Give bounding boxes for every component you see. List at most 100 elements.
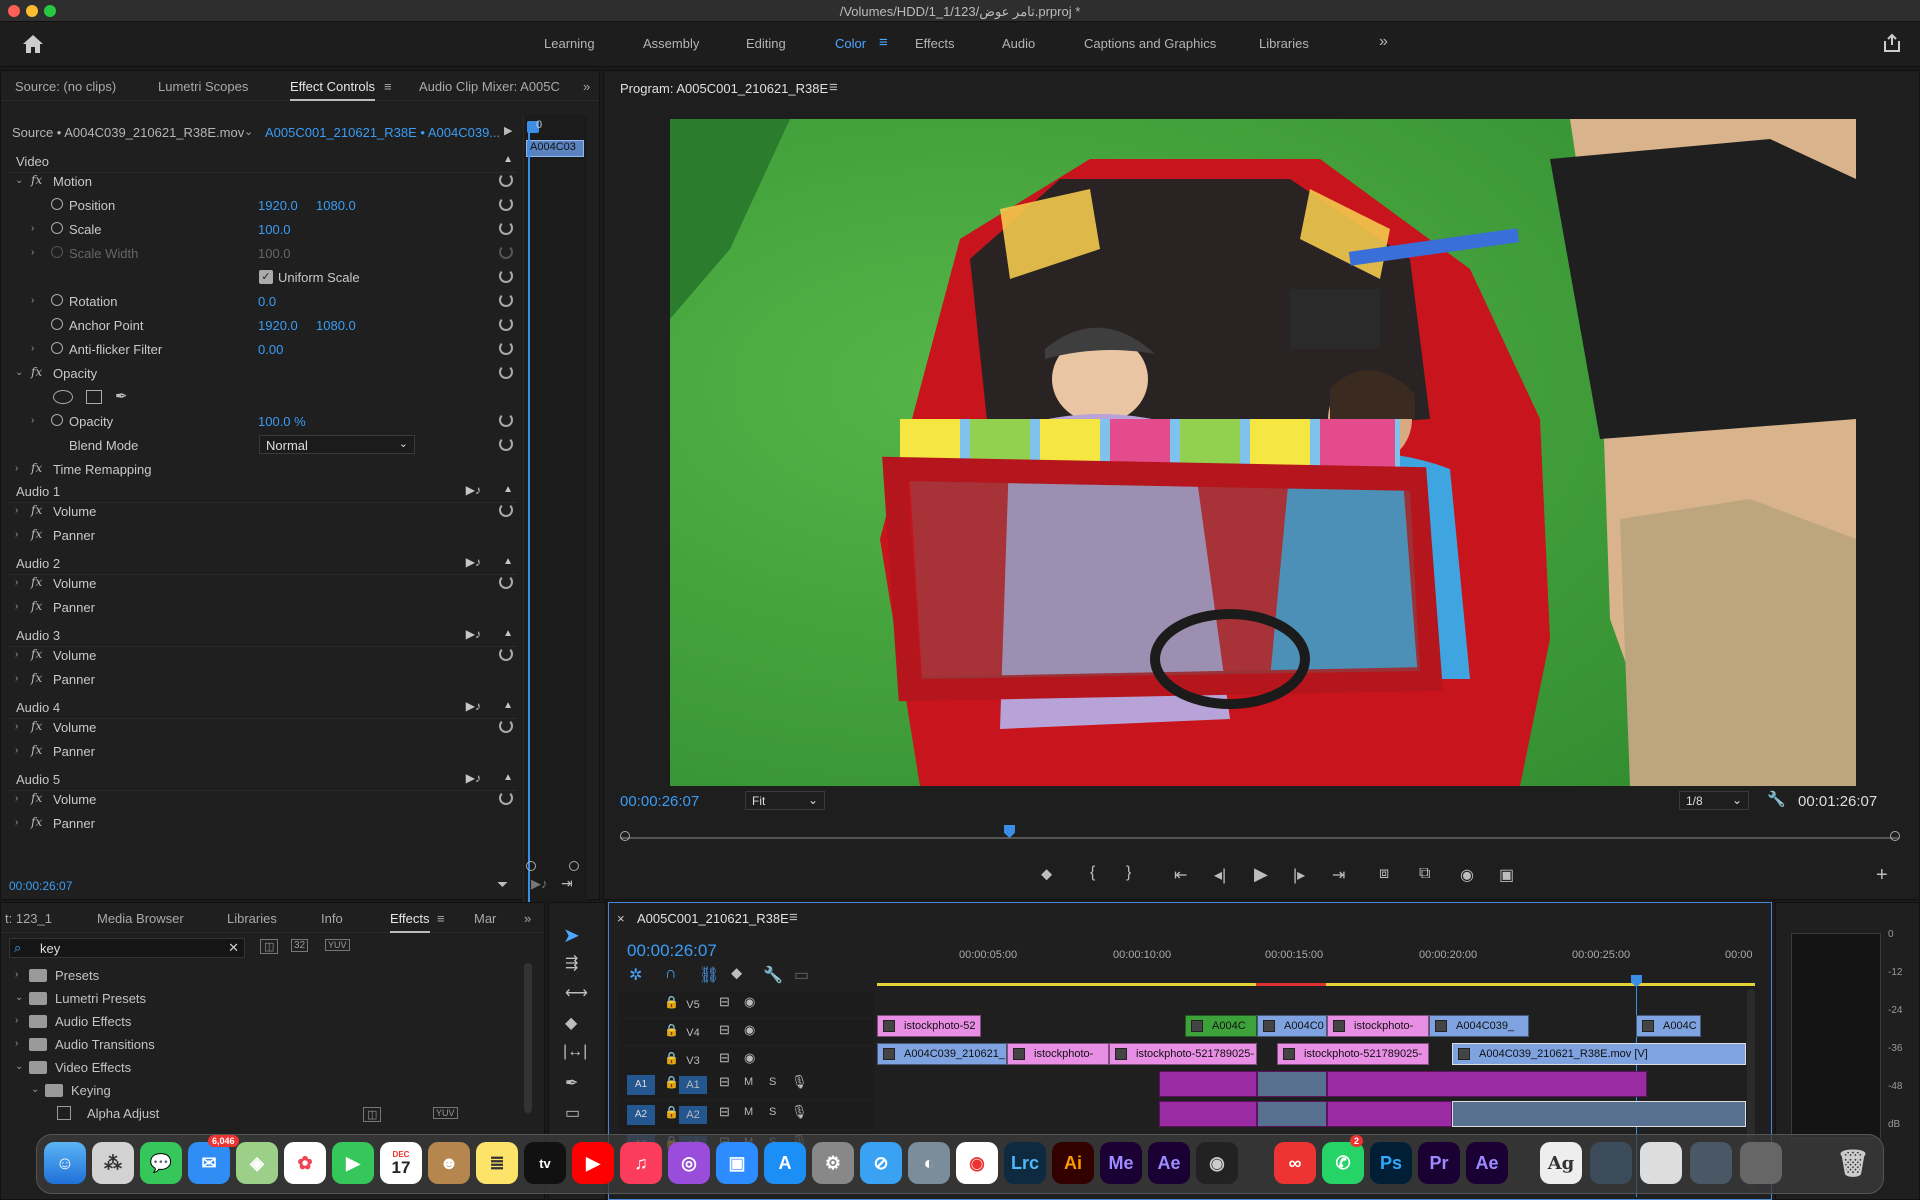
tab-markers[interactable]: Mar <box>474 911 496 926</box>
rectangle-tool-icon[interactable]: ▭ <box>565 1103 580 1123</box>
volume-row[interactable]: › fx Volume <box>1 787 521 811</box>
scale-value[interactable]: 100.0 <box>258 222 291 237</box>
microphone-icon[interactable]: 🎙 <box>791 1074 808 1090</box>
collapse-icon[interactable]: ▲ <box>503 484 513 495</box>
tab-effects[interactable]: Effects <box>390 911 430 933</box>
premiere-icon[interactable]: Pr <box>1418 1142 1460 1184</box>
audio-clip[interactable] <box>1159 1071 1257 1097</box>
export-frame-icon[interactable]: ⇥ <box>561 875 573 892</box>
rotation-value[interactable]: 0.0 <box>258 294 276 309</box>
tab-menu-icon[interactable]: ≡ <box>384 79 392 94</box>
sync-lock-icon[interactable]: ⊟ <box>719 1104 730 1120</box>
stopwatch-icon[interactable] <box>51 294 63 306</box>
volume-row[interactable]: › fx Volume <box>1 499 521 523</box>
add-marker-icon[interactable]: ⬥ <box>731 965 742 983</box>
zoom-out-handle[interactable] <box>526 861 536 871</box>
clip-v4-3[interactable]: A004C0 <box>1257 1015 1327 1037</box>
chevron-right-icon[interactable]: › <box>15 1038 18 1049</box>
effects-scrollbar[interactable] <box>524 963 532 1113</box>
clip-v3-4[interactable]: istockphoto-521789025- <box>1277 1043 1429 1065</box>
mini-timeline-clip[interactable]: A004C03 <box>526 140 584 157</box>
reset-volume-icon[interactable] <box>499 719 513 733</box>
volume-row[interactable]: › fx Volume <box>1 571 521 595</box>
workspace-audio[interactable]: Audio <box>1002 36 1035 51</box>
audio-track-header[interactable]: A1 🔒 A1 ⊟ M S 🎙 <box>619 1071 874 1099</box>
cinema4d-icon[interactable]: ◉ <box>1196 1142 1238 1184</box>
motion-row[interactable]: ⌄ fx Motion <box>1 169 521 193</box>
effects-tree-item[interactable]: Alpha Adjust <box>1 1103 511 1125</box>
position-x-value[interactable]: 1920.0 <box>258 198 298 213</box>
effects-tree-item[interactable]: ⌄ Video Effects <box>1 1057 511 1079</box>
reset-volume-icon[interactable] <box>499 791 513 805</box>
program-menu-icon[interactable]: ≡ <box>829 79 838 96</box>
stopwatch-icon[interactable] <box>51 342 63 354</box>
sync-lock-icon[interactable]: ⊟ <box>719 994 730 1010</box>
reset-volume-icon[interactable] <box>499 647 513 661</box>
pen-tool-icon[interactable]: ✒ <box>565 1073 578 1093</box>
clip-v3-5[interactable]: A004C039_210621_R38E.mov [V] <box>1452 1043 1746 1065</box>
sequence-menu-icon[interactable]: ≡ <box>789 909 798 926</box>
audio-clip[interactable] <box>1257 1101 1327 1127</box>
panel-overflow-icon[interactable]: » <box>583 79 590 94</box>
slip-tool-icon[interactable]: |↔| <box>563 1043 587 1061</box>
stopwatch-icon[interactable] <box>51 414 63 426</box>
clip-v3-3[interactable]: istockphoto-521789025- <box>1109 1043 1257 1065</box>
lock-icon[interactable]: 🔒 <box>664 1075 679 1089</box>
chevron-right-icon[interactable]: › <box>15 1015 18 1026</box>
calendar-icon[interactable]: DEC 17 <box>380 1142 422 1184</box>
lightroom-classic-icon[interactable]: Lrc <box>1004 1142 1046 1184</box>
effects-tree-item[interactable]: › Presets <box>1 965 511 987</box>
reset-scale-icon[interactable] <box>499 221 513 235</box>
source-patch[interactable]: A1 <box>627 1075 655 1095</box>
illustrator-icon[interactable]: Ai <box>1052 1142 1094 1184</box>
sequence-tab[interactable]: A005C001_210621_R38E <box>637 911 789 926</box>
uniform-scale-checkbox[interactable]: ✓ <box>259 270 273 284</box>
contacts-icon[interactable]: ☻ <box>428 1142 470 1184</box>
volume-row[interactable]: › fx Volume <box>1 715 521 739</box>
clip-v3-2[interactable]: istockphoto- <box>1007 1043 1109 1065</box>
audio-clip[interactable] <box>1452 1101 1746 1127</box>
music-icon[interactable]: ♫ <box>620 1142 662 1184</box>
scrub-end-handle[interactable] <box>1890 831 1900 841</box>
clip-v3-1[interactable]: A004C039_210621_ <box>877 1043 1007 1065</box>
filter-icon[interactable]: ⏷ <box>497 876 508 893</box>
go-to-out-icon[interactable]: ⇥ <box>1332 865 1345 885</box>
sync-lock-icon[interactable]: ⊟ <box>719 1074 730 1090</box>
source-dropdown-icon[interactable]: ⌄ <box>244 125 253 138</box>
ellipse-mask-icon[interactable] <box>53 390 73 404</box>
reset-position-icon[interactable] <box>499 197 513 211</box>
chrome-icon[interactable]: ◉ <box>956 1142 998 1184</box>
mark-in-icon[interactable]: { <box>1090 864 1095 882</box>
media-encoder-icon[interactable]: Me <box>1100 1142 1142 1184</box>
reset-blend-icon[interactable] <box>499 437 513 451</box>
microphone-icon[interactable]: 🎙 <box>791 1104 808 1120</box>
rectangle-mask-icon[interactable] <box>86 390 102 404</box>
tab-media-browser[interactable]: Media Browser <box>97 911 184 926</box>
captions-icon[interactable]: ▭ <box>794 965 809 985</box>
reset-motion-icon[interactable] <box>499 173 513 187</box>
sequence-clip-link[interactable]: A005C001_210621_R38E • A004C039... <box>265 125 500 140</box>
panel-overflow-icon[interactable]: » <box>524 911 531 926</box>
source-patch[interactable]: A2 <box>627 1105 655 1125</box>
reset-uniform-icon[interactable] <box>499 269 513 283</box>
sync-lock-icon[interactable]: ⊟ <box>719 1022 730 1038</box>
accelerated-effects-icon[interactable]: ◫ <box>260 939 279 954</box>
comparison-view-icon[interactable]: ▣ <box>1499 865 1514 885</box>
system-settings-icon[interactable]: ⚙ <box>812 1142 854 1184</box>
tab-lumetri-scopes[interactable]: Lumetri Scopes <box>158 79 248 94</box>
collapse-icon[interactable]: ▲ <box>503 772 513 783</box>
effects-menu-icon[interactable]: ≡ <box>437 911 445 926</box>
effects-tree-item[interactable]: › Audio Effects <box>1 1011 511 1033</box>
workspace-editing[interactable]: Editing <box>746 36 786 51</box>
recent-window-thumbnail[interactable] <box>1590 1142 1632 1184</box>
clip-v4-4[interactable]: istockphoto- <box>1327 1015 1429 1037</box>
sync-lock-icon[interactable]: ⊟ <box>719 1050 730 1066</box>
close-sequence-icon[interactable]: × <box>617 911 625 926</box>
effects-tree-item[interactable]: ⌄ Lumetri Presets <box>1 988 511 1010</box>
panner-row[interactable]: › fx Panner <box>1 667 521 691</box>
photoshop-icon[interactable]: Ps <box>1370 1142 1412 1184</box>
play-audio-icon[interactable]: ▶♪ <box>466 699 481 713</box>
lock-icon[interactable]: 🔒 <box>664 1023 679 1037</box>
chevron-right-icon[interactable]: › <box>15 969 18 980</box>
anchor-x-value[interactable]: 1920.0 <box>258 318 298 333</box>
